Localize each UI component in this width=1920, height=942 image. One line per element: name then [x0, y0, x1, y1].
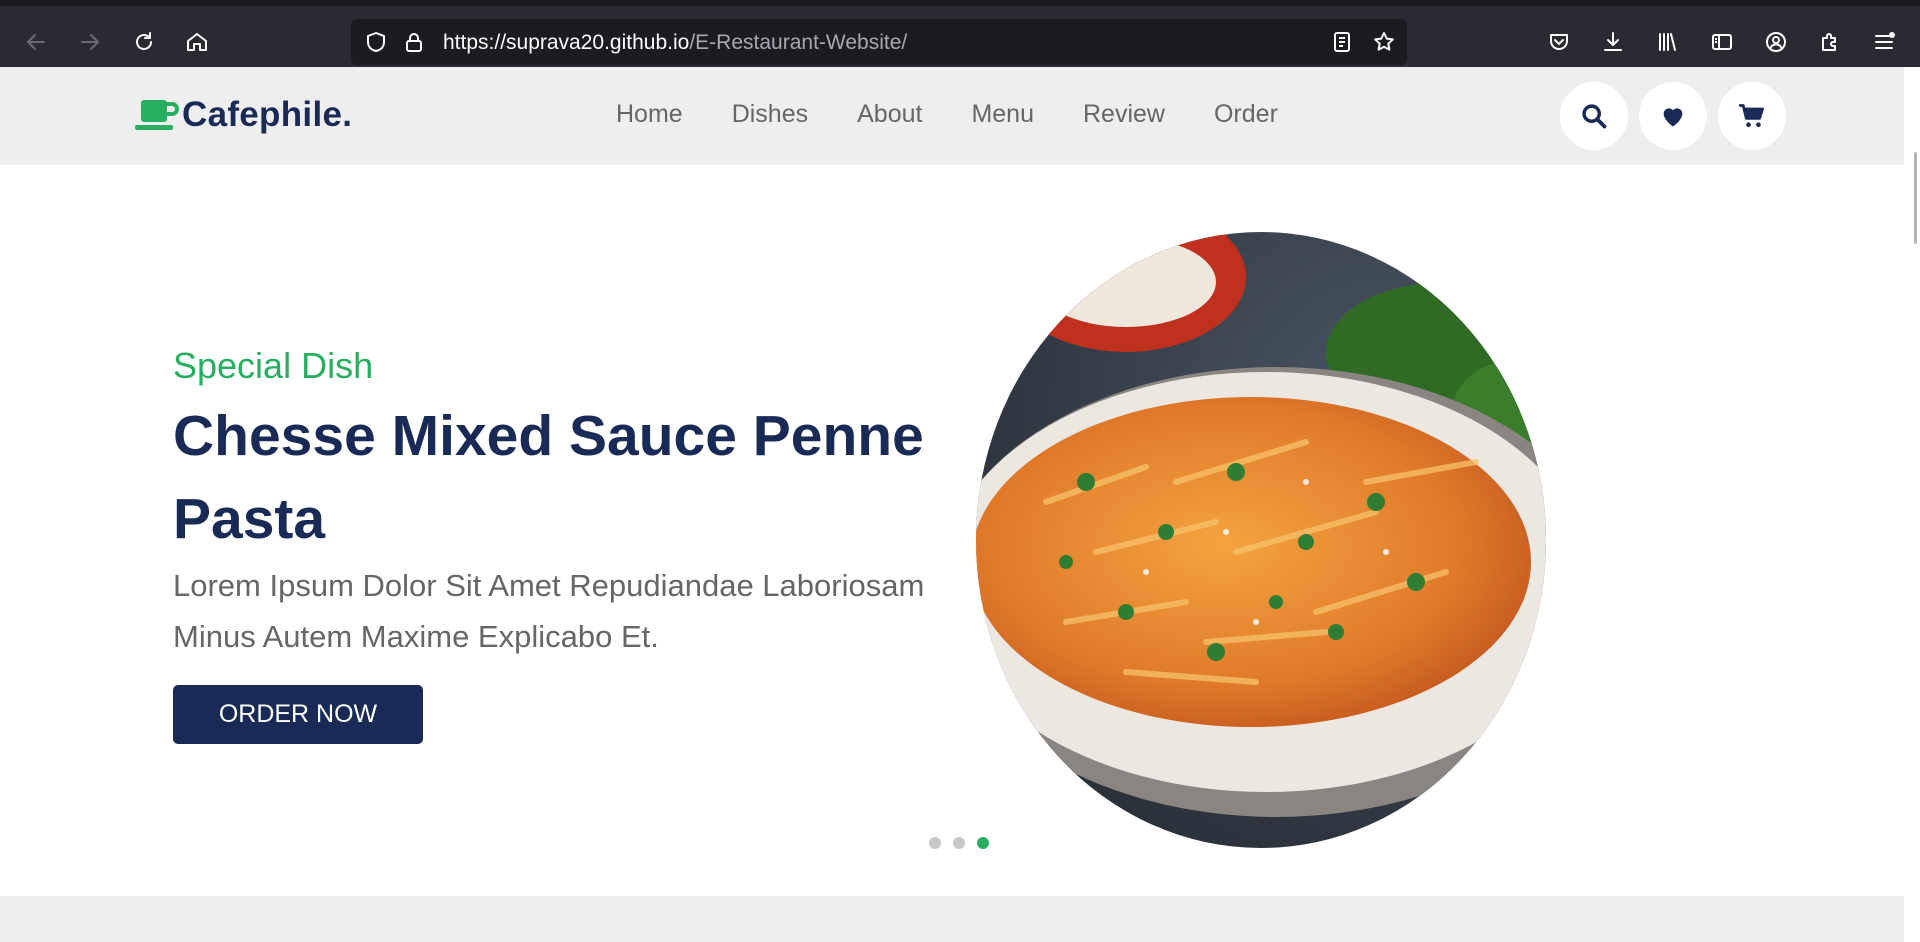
arrow-left-icon: [27, 34, 45, 50]
next-section: [0, 896, 1904, 942]
site-header: Cafephile. Home Dishes About Menu Review…: [0, 67, 1920, 165]
url-path: /E-Restaurant-Website/: [689, 31, 908, 54]
hero-slide: Special Dish Chesse Mixed Sauce Penne Pa…: [0, 165, 1904, 896]
scrollbar-thumb[interactable]: [1914, 152, 1917, 244]
forward-button[interactable]: [74, 26, 106, 58]
slide-dot-3[interactable]: [977, 837, 989, 849]
home-icon: [187, 33, 207, 51]
nav-home[interactable]: Home: [616, 100, 683, 129]
home-button[interactable]: [181, 26, 213, 58]
hamburger-icon: [1875, 32, 1895, 49]
hero-title: Chesse Mixed Sauce Penne Pasta: [173, 404, 924, 551]
pasta-dish-illustration: [976, 232, 1546, 848]
coffee-cup-icon: [135, 100, 179, 130]
wishlist-button[interactable]: [1639, 82, 1707, 150]
pocket-button[interactable]: [1545, 28, 1573, 56]
cart-button[interactable]: [1718, 82, 1786, 150]
sidebar-button[interactable]: [1708, 28, 1736, 56]
main-nav: Home Dishes About Menu Review Order: [616, 100, 1327, 129]
nav-about[interactable]: About: [857, 100, 922, 129]
account-button[interactable]: [1762, 28, 1790, 56]
extensions-button[interactable]: [1816, 28, 1844, 56]
reader-view-icon[interactable]: [1330, 30, 1354, 54]
account-icon: [1766, 32, 1786, 52]
shield-icon[interactable]: [364, 30, 388, 54]
library-button[interactable]: [1653, 28, 1681, 56]
slide-dot-1[interactable]: [929, 837, 941, 849]
address-bar[interactable]: https://suprava20.github.io/E-Restaurant…: [351, 19, 1407, 65]
browser-toolbar: https://suprava20.github.io/E-Restaurant…: [0, 0, 1920, 67]
lock-icon[interactable]: [402, 30, 426, 54]
reload-button[interactable]: [128, 26, 160, 58]
arrow-right-icon: [81, 34, 99, 50]
puzzle-icon: [1822, 33, 1836, 51]
nav-review[interactable]: Review: [1083, 100, 1165, 129]
back-button[interactable]: [20, 26, 52, 58]
hero-subtitle: Special Dish: [173, 345, 374, 386]
bookmark-star-icon[interactable]: [1372, 30, 1396, 54]
pocket-icon: [1550, 34, 1568, 50]
library-icon: [1659, 33, 1676, 51]
nav-order[interactable]: Order: [1214, 100, 1278, 129]
logo-text: Cafephile.: [182, 95, 353, 134]
url-host: https://suprava20.github.io: [443, 31, 690, 54]
url-text[interactable]: https://suprava20.github.io/E-Restaurant…: [443, 31, 907, 55]
menu-button[interactable]: [1870, 28, 1898, 56]
order-now-button[interactable]: ORDER NOW: [173, 685, 423, 744]
reload-icon: [136, 32, 152, 50]
pasta-dish-image: [976, 232, 1546, 848]
cart-icon: [1739, 104, 1764, 128]
download-icon: [1604, 32, 1622, 51]
logo-link[interactable]: Cafephile.: [135, 95, 352, 135]
heart-icon: [1663, 108, 1683, 127]
search-button[interactable]: [1560, 82, 1628, 150]
hero-description: Lorem Ipsum Dolor Sit Amet Repudiandae L…: [173, 568, 925, 654]
sidebar-icon: [1712, 34, 1732, 50]
page-scrollbar[interactable]: [1904, 67, 1920, 942]
nav-dishes[interactable]: Dishes: [732, 100, 808, 129]
downloads-button[interactable]: [1599, 28, 1627, 56]
slide-dot-2[interactable]: [953, 837, 965, 849]
nav-menu[interactable]: Menu: [971, 100, 1034, 129]
slider-pagination: [929, 837, 1001, 849]
search-icon: [1582, 104, 1607, 129]
